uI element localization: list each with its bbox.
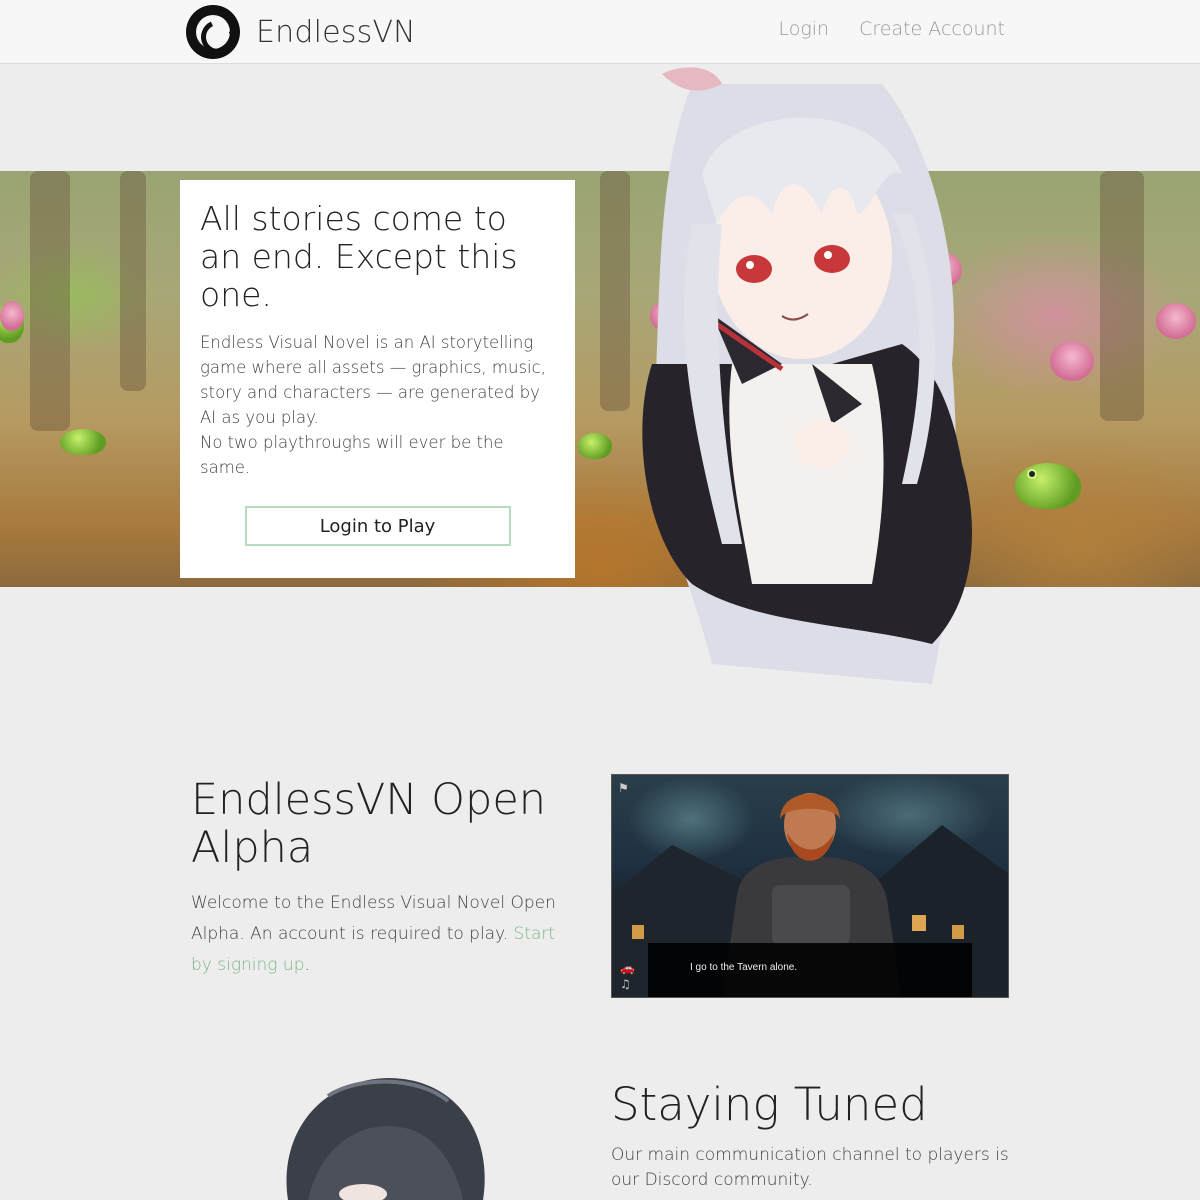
game-dialog-text: I go to the Tavern alone. — [690, 962, 798, 973]
game-screenshot: ⚑ 🚗 ♫ I go to the Tavern alone. — [611, 774, 1009, 998]
login-link[interactable]: Login — [779, 18, 830, 40]
anime-girl-illustration — [642, 67, 972, 684]
flower-decoration — [0, 301, 24, 331]
frog-decoration — [578, 433, 612, 459]
mute-music-icon[interactable]: ♫ — [620, 977, 631, 991]
hero-card: All stories come to an end. Except this … — [180, 180, 575, 578]
car-icon[interactable]: 🚗 — [620, 961, 635, 975]
frog-decoration — [1015, 463, 1081, 509]
hero-description: Endless Visual Novel is an AI storytelli… — [200, 330, 555, 480]
frog-decoration — [60, 429, 106, 455]
brand-name[interactable]: EndlessVN — [256, 15, 416, 50]
staying-tuned-title: Staying Tuned — [611, 1078, 928, 1131]
game-dialog-box[interactable]: I go to the Tavern alone. — [648, 943, 972, 997]
alpha-text: Welcome to the Endless Visual Novel Open… — [191, 888, 581, 981]
hero-title: All stories come to an end. Except this … — [200, 199, 518, 314]
nav-links: Login Create Account — [779, 18, 1006, 40]
logo-icon[interactable] — [186, 5, 240, 59]
flag-icon[interactable]: ⚑ — [618, 781, 629, 795]
flower-decoration — [1050, 341, 1094, 381]
dark-haired-character-illustration — [286, 1078, 485, 1200]
staying-tuned-text: Our main communication channel to player… — [611, 1145, 1009, 1190]
hero-description-line-2: No two playthroughs will ever be the sam… — [200, 433, 504, 477]
hero-description-line-1: Endless Visual Novel is an AI storytelli… — [200, 333, 546, 427]
alpha-text-end: . — [304, 955, 310, 975]
flower-decoration — [1156, 303, 1196, 339]
navbar: EndlessVN Login Create Account — [0, 0, 1200, 64]
alpha-title: EndlessVN Open Alpha — [191, 775, 547, 873]
create-account-link[interactable]: Create Account — [859, 18, 1005, 40]
alpha-text-start: Welcome to the Endless Visual Novel Open… — [191, 893, 556, 944]
login-to-play-button[interactable]: Login to Play — [244, 506, 511, 546]
brand[interactable]: EndlessVN — [186, 4, 416, 60]
